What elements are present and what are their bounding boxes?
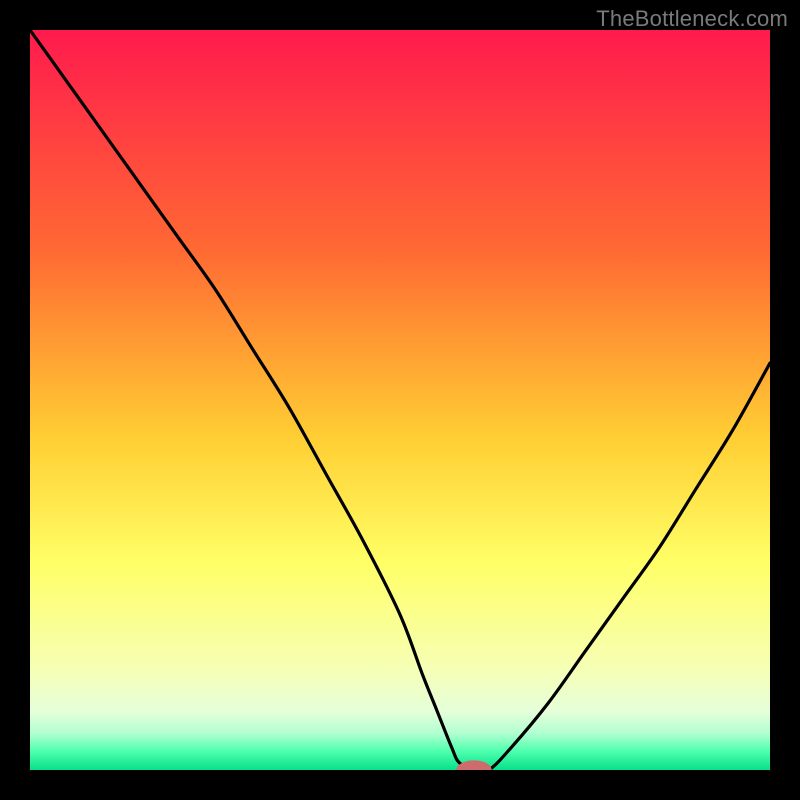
plot-area [30,30,770,770]
watermark-label: TheBottleneck.com [596,6,788,32]
bottleneck-chart-svg [30,30,770,770]
gradient-background [30,30,770,770]
chart-frame: TheBottleneck.com [0,0,800,800]
